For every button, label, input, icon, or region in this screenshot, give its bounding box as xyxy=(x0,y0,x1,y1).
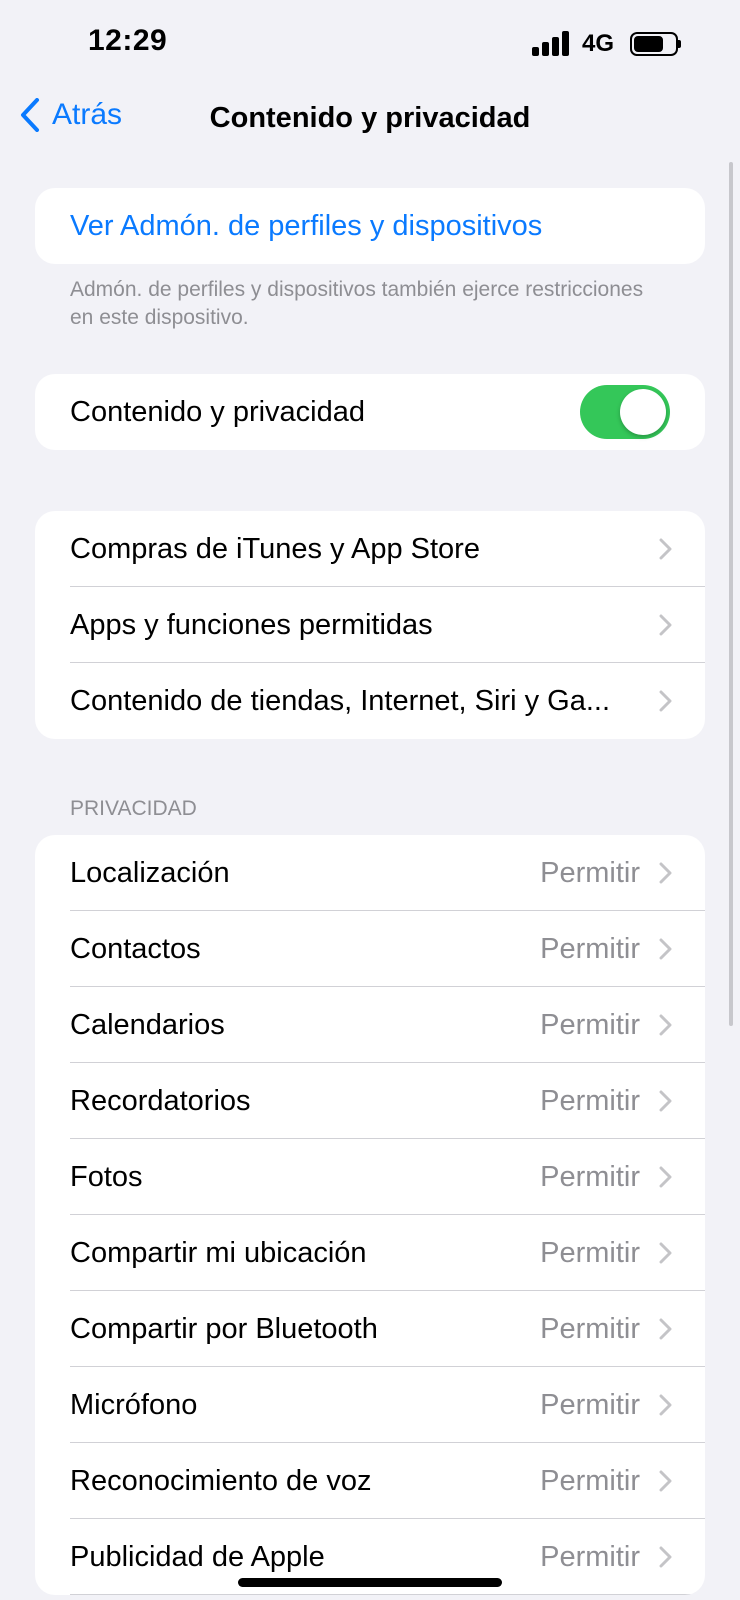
page-title: Contenido y privacidad xyxy=(209,102,531,134)
profiles-footnote: Admón. de perfiles y dispositivos tambié… xyxy=(70,278,644,329)
cellular-signal-icon xyxy=(532,30,572,56)
home-indicator[interactable] xyxy=(238,1578,502,1587)
row-label: Fotos xyxy=(70,1160,143,1193)
row-label: Localización xyxy=(70,856,230,889)
row-value: Permitir xyxy=(540,1464,640,1497)
chevron-right-icon xyxy=(659,1394,672,1416)
privacy-row-speech-recognition[interactable]: Reconocimiento de voz Permitir xyxy=(35,1443,705,1519)
itunes-app-store-row[interactable]: Compras de iTunes y App Store xyxy=(35,511,705,587)
content-privacy-toggle[interactable] xyxy=(580,385,670,439)
chevron-right-icon xyxy=(659,1318,672,1340)
row-label: Compras de iTunes y App Store xyxy=(70,532,480,565)
row-value: Permitir xyxy=(540,856,640,889)
content-privacy-row: Contenido y privacidad xyxy=(35,374,705,450)
privacy-group: Localización Permitir Contactos Permitir… xyxy=(35,835,705,1595)
row-label: Micrófono xyxy=(70,1388,198,1421)
view-profiles-label: Ver Admón. de perfiles y dispositivos xyxy=(70,209,543,242)
row-label: Calendarios xyxy=(70,1008,225,1041)
row-label: Compartir por Bluetooth xyxy=(70,1312,378,1345)
privacy-row-bluetooth[interactable]: Compartir por Bluetooth Permitir xyxy=(35,1291,705,1367)
chevron-right-icon xyxy=(659,614,672,636)
scrollbar[interactable] xyxy=(729,162,733,1026)
row-label: Contenido de tiendas, Internet, Siri y G… xyxy=(70,684,611,717)
chevron-right-icon xyxy=(659,1090,672,1112)
row-value: Permitir xyxy=(540,1540,640,1573)
allowed-apps-row[interactable]: Apps y funciones permitidas xyxy=(35,587,705,663)
chevron-right-icon xyxy=(659,938,672,960)
row-label: Publicidad de Apple xyxy=(70,1540,325,1573)
profiles-group: Ver Admón. de perfiles y dispositivos xyxy=(35,188,705,264)
privacy-row-share-location[interactable]: Compartir mi ubicación Permitir xyxy=(35,1215,705,1291)
chevron-right-icon xyxy=(659,1470,672,1492)
row-value: Permitir xyxy=(540,932,640,965)
view-profiles-link[interactable]: Ver Admón. de perfiles y dispositivos xyxy=(35,188,705,264)
chevron-right-icon xyxy=(659,1546,672,1568)
status-bar: 12:29 4G xyxy=(0,0,740,90)
store-content-row[interactable]: Contenido de tiendas, Internet, Siri y G… xyxy=(35,663,705,739)
privacy-row-reminders[interactable]: Recordatorios Permitir xyxy=(35,1063,705,1139)
network-type: 4G xyxy=(582,30,615,57)
chevron-right-icon xyxy=(659,862,672,884)
privacy-row-location[interactable]: Localización Permitir xyxy=(35,835,705,911)
battery-icon xyxy=(630,32,681,56)
row-label: Recordatorios xyxy=(70,1084,251,1117)
content-privacy-label: Contenido y privacidad xyxy=(70,395,366,428)
row-value: Permitir xyxy=(540,1388,640,1421)
toggle-group: Contenido y privacidad xyxy=(35,374,705,450)
privacy-section-header: PRIVACIDAD xyxy=(70,797,197,820)
privacy-row-calendars[interactable]: Calendarios Permitir xyxy=(35,987,705,1063)
row-value: Permitir xyxy=(540,1008,640,1041)
row-value: Permitir xyxy=(540,1312,640,1345)
row-label: Apps y funciones permitidas xyxy=(70,608,433,641)
row-label: Contactos xyxy=(70,932,201,965)
row-value: Permitir xyxy=(540,1236,640,1269)
privacy-row-contacts[interactable]: Contactos Permitir xyxy=(35,911,705,987)
chevron-right-icon xyxy=(659,538,672,560)
row-value: Permitir xyxy=(540,1160,640,1193)
toggle-knob xyxy=(620,389,666,435)
privacy-row-photos[interactable]: Fotos Permitir xyxy=(35,1139,705,1215)
chevron-right-icon xyxy=(659,1014,672,1036)
chevron-right-icon xyxy=(659,1242,672,1264)
chevron-right-icon xyxy=(659,690,672,712)
navigation-bar: Atrás Contenido y privacidad xyxy=(0,90,740,152)
chevron-right-icon xyxy=(659,1166,672,1188)
row-label: Reconocimiento de voz xyxy=(70,1464,372,1497)
row-label: Compartir mi ubicación xyxy=(70,1236,367,1269)
content-restrictions-group: Compras de iTunes y App Store Apps y fun… xyxy=(35,511,705,739)
separator xyxy=(70,1594,705,1595)
status-time: 12:29 xyxy=(88,24,168,57)
privacy-row-microphone[interactable]: Micrófono Permitir xyxy=(35,1367,705,1443)
row-value: Permitir xyxy=(540,1084,640,1117)
